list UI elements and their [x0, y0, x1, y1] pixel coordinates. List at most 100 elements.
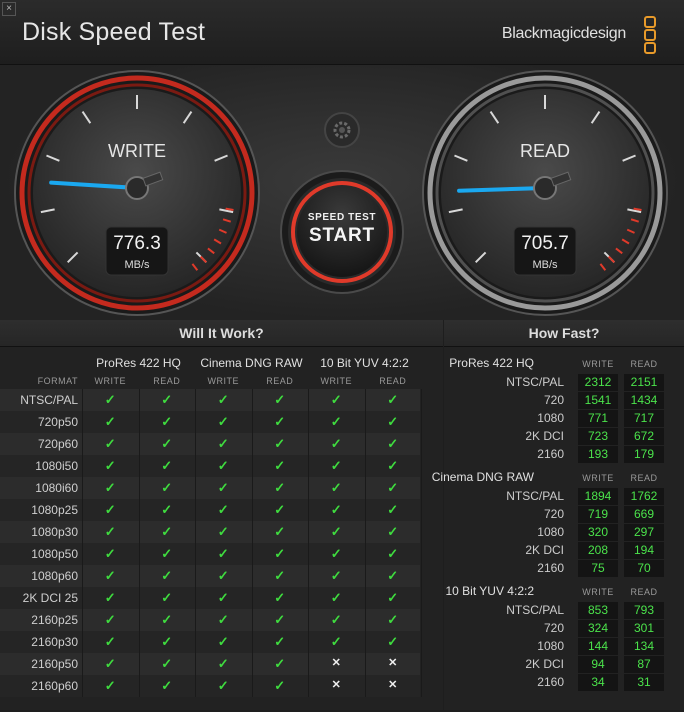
write-fps-value: 324 [578, 620, 618, 637]
check-icon: ✓ [104, 656, 116, 671]
how-fast-row-label: 2160 [537, 675, 564, 689]
column-divider [138, 389, 140, 697]
how-fast-group-name: Cinema DNG RAW [431, 470, 534, 484]
check-icon: ✓ [330, 524, 342, 539]
app-title: Disk Speed Test [22, 18, 206, 46]
check-icon: ✓ [387, 590, 399, 605]
check-icon: ✓ [161, 678, 173, 693]
how-fast-row-label: 720 [543, 621, 564, 635]
write-fps-value: 1541 [578, 392, 618, 409]
check-icon: ✓ [161, 436, 173, 451]
subheader-write: WRITE [207, 376, 239, 386]
check-icon: ✓ [104, 634, 116, 649]
read-fps-value: 70 [624, 560, 664, 577]
format-label: NTSC/PAL [20, 393, 78, 407]
how-fast-title: How Fast? [444, 320, 684, 347]
check-icon: ✓ [274, 546, 286, 561]
how-fast-row-label: 1080 [537, 411, 564, 425]
cross-icon: ✕ [331, 657, 341, 669]
check-icon: ✓ [161, 458, 173, 473]
write-gauge-label: WRITE [108, 141, 166, 161]
check-icon: ✓ [330, 414, 342, 429]
codec-header: ProRes 422 HQ [96, 356, 181, 370]
how-fast-panel: How Fast? ProRes 422 HQ WRITE READ NTSC/PAL… [432, 320, 684, 710]
subheader-write: WRITE [582, 359, 614, 369]
check-icon: ✓ [104, 678, 116, 693]
check-icon: ✓ [387, 458, 399, 473]
check-icon: ✓ [274, 524, 286, 539]
write-fps-value: 34 [578, 674, 618, 691]
gauge-redline-tick [225, 207, 234, 212]
how-fast-row-label: 2K DCI [525, 657, 564, 671]
check-icon: ✓ [330, 568, 342, 583]
check-icon: ✓ [217, 524, 229, 539]
speed-test-start-button[interactable]: SPEED TEST START [280, 170, 404, 294]
start-button-line1: SPEED TEST [308, 212, 376, 223]
check-icon: ✓ [104, 612, 116, 627]
how-fast-row-label: 1080 [537, 525, 564, 539]
check-icon: ✓ [330, 590, 342, 605]
check-icon: ✓ [274, 458, 286, 473]
check-icon: ✓ [161, 568, 173, 583]
check-icon: ✓ [161, 546, 173, 561]
check-icon: ✓ [274, 634, 286, 649]
check-icon: ✓ [161, 502, 173, 517]
read-fps-value: 194 [624, 542, 664, 559]
column-divider [364, 389, 366, 697]
check-icon: ✓ [104, 392, 116, 407]
how-fast-table: ProRes 422 HQ WRITE READ NTSC/PAL 2312 2151 72… [432, 347, 684, 707]
subheader-read: READ [630, 587, 658, 597]
check-icon: ✓ [217, 436, 229, 451]
settings-button[interactable] [324, 112, 360, 148]
will-it-work-table: ProRes 422 HQ WRITE READ Cinema DNG RAW WRIT… [0, 347, 443, 707]
how-fast-row-label: 2K DCI [525, 543, 564, 557]
write-fps-value: 320 [578, 524, 618, 541]
read-fps-value: 1762 [624, 488, 664, 505]
will-it-work-title: Will It Work? [0, 320, 443, 347]
how-fast-row-label: 2K DCI [525, 429, 564, 443]
check-icon: ✓ [274, 480, 286, 495]
read-fps-value: 134 [624, 638, 664, 655]
format-label: 1080p60 [31, 569, 78, 583]
read-fps-value: 717 [624, 410, 664, 427]
check-icon: ✓ [217, 656, 229, 671]
format-label: 720p50 [37, 415, 78, 429]
how-fast-row-label: NTSC/PAL [506, 489, 564, 503]
subheader-read: READ [379, 376, 407, 386]
check-icon: ✓ [330, 612, 342, 627]
check-icon: ✓ [387, 392, 399, 407]
codec-header: 10 Bit YUV 4:2:2 [320, 356, 409, 370]
subheader-write: WRITE [320, 376, 352, 386]
close-icon[interactable]: × [2, 2, 16, 16]
check-icon: ✓ [104, 480, 116, 495]
write-fps-value: 94 [578, 656, 618, 673]
check-icon: ✓ [104, 546, 116, 561]
check-icon: ✓ [387, 612, 399, 627]
will-it-work-panel: Will It Work? ProRes 422 HQ WRITE READ Cine… [0, 320, 443, 710]
read-speed-value: 705.7 [521, 233, 569, 254]
cross-icon: ✕ [388, 679, 398, 691]
format-label: 2160p30 [31, 635, 78, 649]
format-header: FORMAT [37, 376, 78, 386]
check-icon: ✓ [387, 524, 399, 539]
check-icon: ✓ [161, 414, 173, 429]
check-icon: ✓ [274, 392, 286, 407]
write-fps-value: 144 [578, 638, 618, 655]
check-icon: ✓ [104, 436, 116, 451]
read-fps-value: 301 [624, 620, 664, 637]
codec-header: Cinema DNG RAW [200, 356, 303, 370]
check-icon: ✓ [104, 590, 116, 605]
format-label: 2160p25 [31, 613, 78, 627]
write-fps-value: 719 [578, 506, 618, 523]
read-fps-value: 87 [624, 656, 664, 673]
subheader-write: WRITE [582, 587, 614, 597]
how-fast-row-label: NTSC/PAL [506, 603, 564, 617]
check-icon: ✓ [104, 458, 116, 473]
write-fps-value: 771 [578, 410, 618, 427]
check-icon: ✓ [217, 546, 229, 561]
read-fps-value: 179 [624, 446, 664, 463]
column-divider [308, 389, 309, 697]
cross-icon: ✕ [388, 657, 398, 669]
format-label: 1080i60 [35, 481, 78, 495]
check-icon: ✓ [274, 502, 286, 517]
